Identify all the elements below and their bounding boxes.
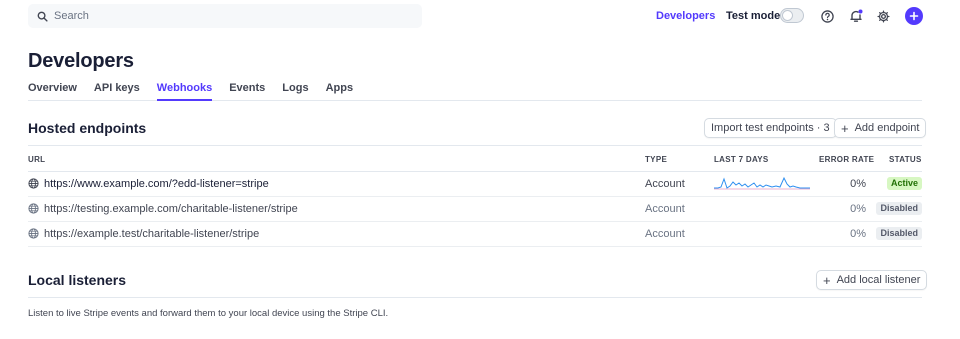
- error-rate: 0%: [850, 228, 866, 240]
- tab-events[interactable]: Events: [229, 80, 265, 101]
- tab-api-keys[interactable]: API keys: [94, 80, 140, 101]
- create-icon[interactable]: [905, 7, 923, 25]
- globe-icon: [28, 178, 39, 189]
- error-rate: 0%: [850, 178, 866, 190]
- divider: [28, 145, 922, 146]
- table-row[interactable]: https://example.test/charitable-listener…: [28, 222, 922, 247]
- table-row[interactable]: https://testing.example.com/charitable-l…: [28, 197, 922, 222]
- import-button-label: Import test endpoints · 3: [711, 122, 830, 134]
- plus-icon: +: [823, 272, 831, 288]
- local-listeners-title: Local listeners: [28, 272, 127, 288]
- plus-icon: +: [841, 120, 849, 136]
- tab-overview[interactable]: Overview: [28, 80, 77, 101]
- local-listeners-description: Listen to live Stripe events and forward…: [28, 308, 389, 319]
- endpoint-type: Account: [645, 228, 685, 240]
- toggle-knob: [782, 10, 793, 21]
- table-row[interactable]: https://www.example.com/?edd-listener=st…: [28, 172, 922, 197]
- globe-icon: [28, 203, 39, 214]
- help-icon[interactable]: [819, 8, 835, 24]
- column-header-type: TYPE: [645, 155, 668, 164]
- activity-sparkline: [714, 176, 810, 190]
- add-endpoint-label: Add endpoint: [854, 122, 920, 134]
- search-icon: [37, 11, 48, 22]
- top-bar: Developers Test mode: [0, 0, 960, 33]
- test-mode-toggle[interactable]: [780, 8, 804, 23]
- add-local-listener-label: Add local listener: [836, 274, 921, 286]
- column-header-status: STATUS: [889, 155, 922, 164]
- add-endpoint-button[interactable]: + Add endpoint: [834, 118, 927, 138]
- sparkline-events: [714, 176, 810, 189]
- tab-bar: Overview API keys Webhooks Events Logs A…: [28, 80, 922, 101]
- error-rate: 0%: [850, 203, 866, 215]
- status-badge: Disabled: [876, 202, 922, 215]
- tab-apps[interactable]: Apps: [326, 80, 354, 101]
- tab-logs[interactable]: Logs: [282, 80, 308, 101]
- endpoint-url[interactable]: https://www.example.com/?edd-listener=st…: [44, 178, 269, 190]
- developers-link[interactable]: Developers: [656, 10, 715, 22]
- tab-webhooks[interactable]: Webhooks: [156, 80, 213, 101]
- hosted-endpoints-title: Hosted endpoints: [28, 120, 147, 136]
- column-header-last7: LAST 7 DAYS: [714, 155, 769, 164]
- globe-icon: [28, 228, 39, 239]
- settings-icon[interactable]: [875, 8, 891, 24]
- search-input[interactable]: [54, 10, 394, 22]
- divider: [28, 297, 922, 298]
- test-mode-label: Test mode: [726, 10, 781, 22]
- endpoint-type: Account: [645, 178, 685, 190]
- status-badge: Active: [886, 177, 922, 190]
- add-local-listener-button[interactable]: + Add local listener: [816, 270, 928, 290]
- endpoint-url[interactable]: https://example.test/charitable-listener…: [44, 228, 259, 240]
- column-header-error-rate: ERROR RATE: [819, 155, 875, 164]
- notifications-icon[interactable]: [848, 8, 864, 24]
- endpoint-url[interactable]: https://testing.example.com/charitable-l…: [44, 203, 298, 215]
- status-badge: Disabled: [876, 227, 922, 240]
- page-title: Developers: [28, 50, 134, 72]
- import-test-endpoints-button[interactable]: Import test endpoints · 3: [704, 118, 837, 138]
- column-header-url: URL: [28, 155, 46, 164]
- endpoint-type: Account: [645, 203, 685, 215]
- search-box[interactable]: [28, 4, 422, 28]
